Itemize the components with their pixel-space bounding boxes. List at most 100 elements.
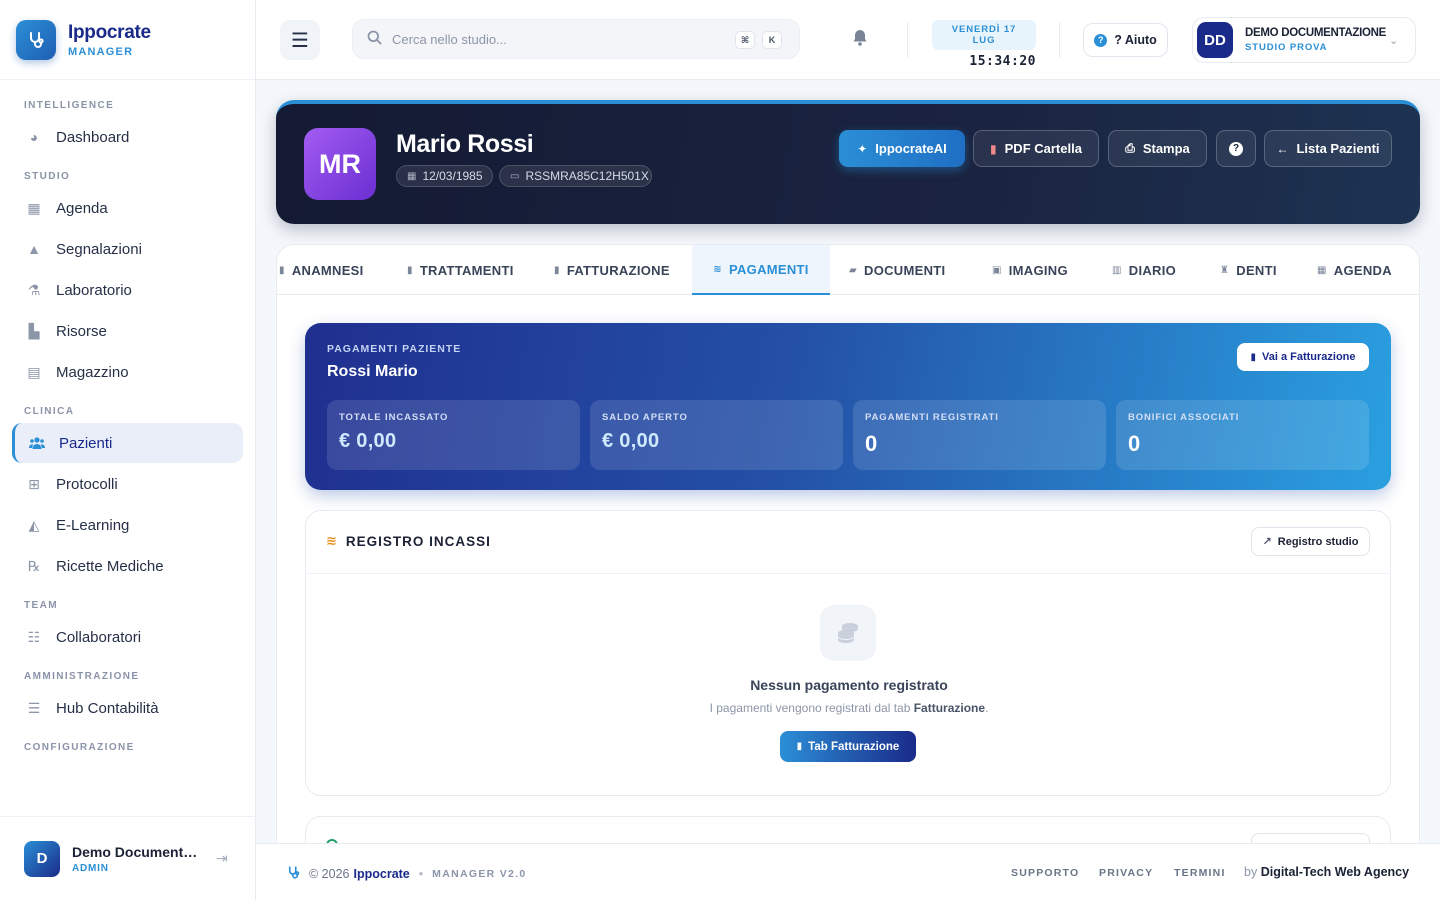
avatar[interactable]: D (24, 840, 60, 877)
stat-card: BONIFICI ASSOCIATI 0 (1116, 400, 1369, 470)
shortcut-key: ⌘ (735, 31, 755, 49)
coins-icon: ≋ (326, 533, 338, 548)
topbar: ☰ ⌘ K VENERDÌ 17 LUG 15:34:20 ? ? Aiuto … (256, 0, 1440, 80)
sidebar-item-protocolli[interactable]: ⊞ Protocolli (12, 464, 243, 504)
nav-section-title: CONFIGURAZIONE (24, 742, 135, 753)
registro-studio-button[interactable]: ↗ Registro studio (1251, 527, 1370, 556)
tab-pagamenti[interactable]: ≋ PAGAMENTI (692, 245, 830, 295)
sidebar-item-label: E-Learning (56, 516, 130, 534)
payments-summary: PAGAMENTI PAZIENTE Rossi Mario ▮ Vai a F… (305, 323, 1391, 490)
button-label: Stampa (1142, 141, 1190, 156)
stat-value: 0 (1128, 431, 1141, 456)
tab-agenda[interactable]: ▦ AGENDA (1317, 245, 1392, 295)
question-circle-icon: ? (1229, 141, 1243, 156)
back-to-list-button[interactable]: ← Lista Pazienti (1264, 130, 1392, 167)
patient-avatar: MR (304, 128, 376, 200)
goto-billing-button[interactable]: ▮ Vai a Fatturazione (1237, 343, 1369, 371)
patient-record-card: ▮ ANAMNESI ▮ TRATTAMENTI ▮ FATTURAZIONE ≋ PA… (276, 244, 1420, 864)
sidebar: Ippocrate MANAGER INTELLIGENCE ◕ Dashboa… (0, 0, 256, 900)
sidebar-item-label: Pazienti (59, 434, 113, 452)
menu-toggle-button[interactable]: ☰ (280, 20, 320, 60)
image-icon: ▣ (992, 264, 1002, 276)
section-label: PAGAMENTI PAZIENTE (327, 343, 462, 355)
search-bar[interactable]: ⌘ K (352, 19, 800, 59)
ippocrate-ai-button[interactable]: ✦ IppocrateAI (839, 130, 965, 167)
tab-bar: ▮ ANAMNESI ▮ TRATTAMENTI ▮ FATTURAZIONE ≋ PA… (277, 245, 1419, 295)
magic-wand-icon: ✦ (857, 141, 868, 156)
warehouse-icon: ▤ (27, 363, 41, 380)
pdf-cartella-button[interactable]: ▮ PDF Cartella (973, 130, 1099, 167)
tab-fatturazione-button[interactable]: ▮ Tab Fatturazione (780, 731, 916, 762)
footer-link-privacy[interactable]: PRIVACY (1099, 867, 1153, 879)
brand[interactable]: Ippocrate MANAGER (0, 0, 255, 80)
book-open-icon: ▥ (1112, 264, 1122, 276)
tab-label: IMAGING (1008, 262, 1068, 278)
logout-icon[interactable]: ⇥ (216, 850, 228, 867)
calendar-icon: ▦ (407, 170, 417, 182)
tab-documenti[interactable]: ▰ DOCUMENTI (849, 245, 945, 295)
search-input[interactable] (392, 31, 722, 47)
footer-link-termini[interactable]: TERMINI (1174, 867, 1226, 879)
sidebar-nav: INTELLIGENCE ◕ Dashboard STUDIO ▦ Agenda… (0, 80, 255, 758)
user-menu[interactable]: DD DEMO DOCUMENTAZIONE STUDIO PROVA ⌄ (1192, 17, 1416, 63)
birth-date: 12/03/1985 (422, 169, 483, 183)
protocol-icon: ⊞ (28, 475, 40, 492)
chevron-down-icon: ⌄ (1389, 34, 1399, 47)
separator-dot: • (418, 867, 424, 881)
sidebar-item-label: Protocolli (56, 475, 118, 493)
pdf-icon: ▮ (990, 141, 997, 156)
stat-value: 0 (865, 431, 878, 456)
empty-sub-suffix: . (985, 701, 989, 715)
stat-card: TOTALE INCASSATO € 0,00 (327, 400, 580, 470)
tab-anamnesi[interactable]: ▮ ANAMNESI (279, 245, 364, 295)
footer: © 2026 Ippocrate • MANAGER V2.0 SUPPORTO… (256, 843, 1440, 900)
sidebar-item-collaboratori[interactable]: ☷ Collaboratori (12, 617, 243, 657)
button-label: PDF Cartella (1004, 141, 1082, 156)
footer-link-supporto[interactable]: SUPPORTO (1011, 867, 1079, 879)
users-icon (29, 435, 45, 451)
flask-icon: ⚗ (27, 281, 41, 298)
by-prefix: by (1244, 865, 1258, 879)
sidebar-item-agenda[interactable]: ▦ Agenda (12, 188, 243, 228)
copyright-text: © 2026 (309, 867, 350, 881)
tab-imaging[interactable]: ▣ IMAGING (992, 245, 1068, 295)
tab-trattamenti[interactable]: ▮ TRATTAMENTI (407, 245, 514, 295)
stat-label: PAGAMENTI REGISTRATI (865, 412, 999, 423)
sidebar-item-elearning[interactable]: ◭ E-Learning (12, 505, 243, 545)
footer-brand: Ippocrate (353, 867, 410, 881)
fiscal-code-badge: ▭ RSSMRA85C12H501X (499, 165, 652, 187)
sidebar-item-ricette[interactable]: ℞ Ricette Mediche (12, 546, 243, 586)
date-time: VENERDÌ 17 LUG 15:34:20 (932, 20, 1036, 69)
file-icon: ▮ (279, 264, 285, 276)
shortcut-key: K (762, 31, 782, 49)
agency-name[interactable]: Digital-Tech Web Agency (1261, 865, 1409, 879)
notifications-bell-icon[interactable] (852, 29, 868, 51)
tab-label: PAGAMENTI (728, 261, 809, 277)
sidebar-item-pazienti[interactable]: Pazienti (12, 423, 243, 463)
sidebar-item-magazzino[interactable]: ▤ Magazzino (12, 352, 243, 392)
sidebar-item-hub-contabilita[interactable]: ☰ Hub Contabilità (12, 688, 243, 728)
sidebar-item-label: Magazzino (56, 363, 129, 381)
stat-label: SALDO APERTO (602, 412, 688, 423)
stat-label: BONIFICI ASSOCIATI (1128, 412, 1240, 423)
book-icon: ▙ (28, 322, 40, 339)
nav-section-title: STUDIO (24, 171, 71, 182)
tab-label: FATTURAZIONE (566, 262, 670, 278)
tab-diario[interactable]: ▥ DIARIO (1112, 245, 1176, 295)
app-version: MANAGER V2.0 (432, 868, 527, 880)
help-button[interactable]: ? ? Aiuto (1083, 23, 1168, 57)
prescription-icon: ℞ (27, 557, 41, 574)
sidebar-item-segnalazioni[interactable]: ▲ Segnalazioni (12, 229, 243, 269)
print-button[interactable]: ⎙ Stampa (1108, 130, 1207, 167)
stat-value: € 0,00 (602, 430, 660, 452)
sidebar-item-risorse[interactable]: ▙ Risorse (12, 311, 243, 351)
button-label: Registro studio (1277, 535, 1359, 548)
sidebar-item-label: Ricette Mediche (56, 557, 164, 575)
calendar-icon: ▦ (1317, 264, 1327, 276)
tab-denti[interactable]: ♜ DENTI (1220, 245, 1277, 295)
sidebar-user-name: Demo Documentazione (72, 843, 202, 860)
help-circle-button[interactable]: ? (1216, 130, 1256, 167)
sidebar-item-laboratorio[interactable]: ⚗ Laboratorio (12, 270, 243, 310)
tab-fatturazione[interactable]: ▮ FATTURAZIONE (554, 245, 670, 295)
sidebar-item-dashboard[interactable]: ◕ Dashboard (12, 117, 243, 157)
